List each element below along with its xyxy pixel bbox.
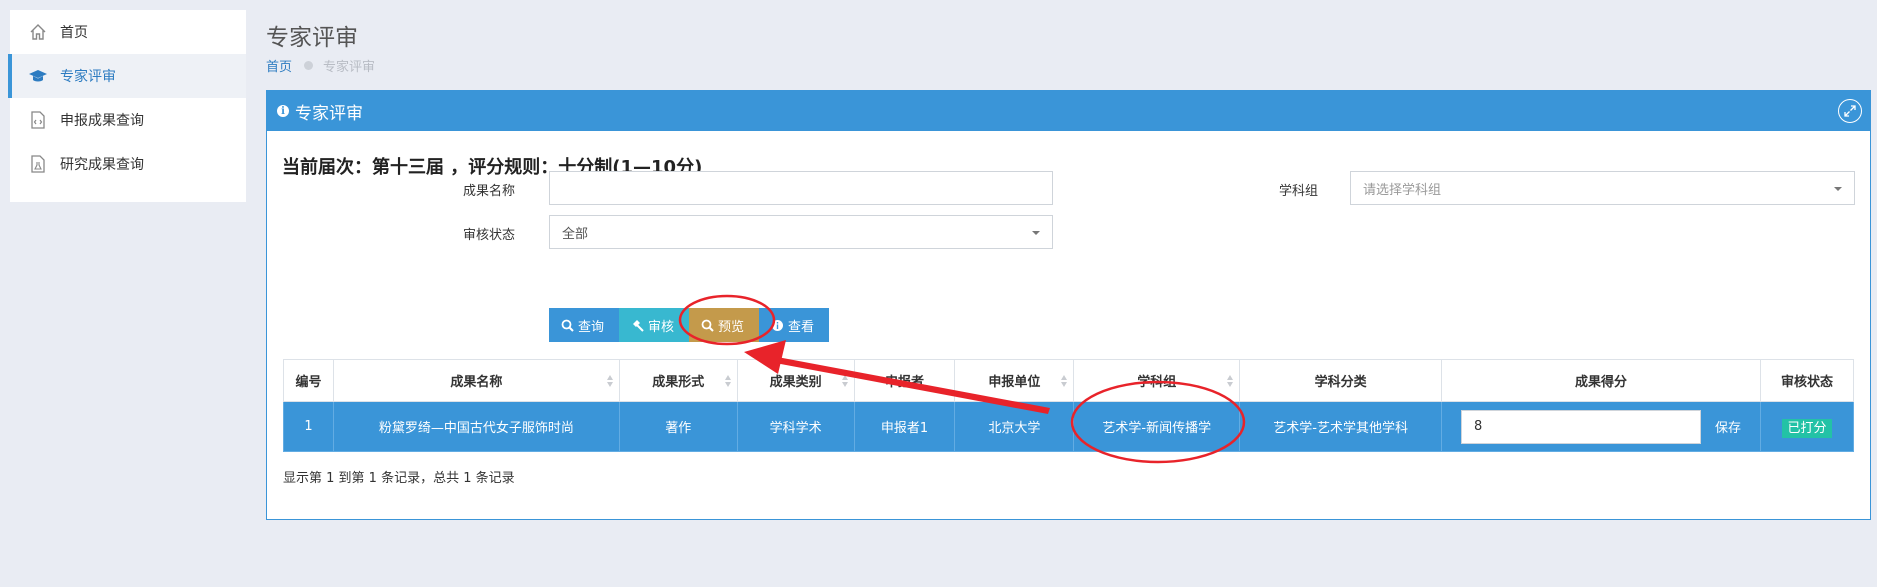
group-label: 学科组 (1279, 184, 1319, 199)
search-icon (561, 319, 574, 332)
column-header-status[interactable]: 审核状态 (1759, 359, 1855, 402)
cell-form: 著作 (618, 401, 738, 452)
column-header-label: 成果类别 (769, 375, 822, 390)
sort-icon (1227, 375, 1234, 387)
cell-status: 已打分 (1759, 401, 1855, 452)
info-icon: i (277, 105, 289, 117)
breadcrumb-separator-icon (304, 61, 314, 70)
name-label: 成果名称 (463, 184, 516, 199)
cell-category: 学科学术 (736, 401, 855, 452)
save-button[interactable]: 保存 (1715, 421, 1741, 436)
sidebar-item-label: 研究成果查询 (60, 157, 144, 173)
breadcrumb-current: 专家评审 (323, 60, 376, 75)
sidebar-item-label: 专家评审 (60, 69, 116, 85)
sort-icon (1061, 375, 1068, 387)
view-button[interactable]: 查看 (759, 308, 829, 342)
table-header-row: 编号 成果名称 成果形式 成果类别 申报者 申报单位 学科组 学科分类 成果得分… (283, 359, 1855, 402)
graduation-cap-icon (29, 70, 47, 82)
chevron-down-icon (1834, 187, 1842, 191)
column-header-unit[interactable]: 申报单位 (954, 359, 1075, 402)
group-select[interactable]: 请选择学科组 (1350, 171, 1855, 205)
column-header-name[interactable]: 成果名称 (332, 359, 620, 402)
column-header-group[interactable]: 学科组 (1073, 359, 1241, 402)
column-header-label: 学科组 (1137, 375, 1177, 390)
review-panel: i 专家评审 当前届次：第十三届 ，评分规则：十分制(1—10分) 成果名称 学… (266, 90, 1871, 520)
column-header-label: 成果形式 (652, 375, 705, 390)
sort-icon (606, 375, 613, 387)
column-header-score[interactable]: 成果得分 (1441, 359, 1761, 402)
sort-icon (841, 375, 848, 387)
sidebar-item-declared-results[interactable]: 申报成果查询 (10, 98, 246, 142)
sidebar-item-home[interactable]: 首页 (10, 10, 246, 54)
query-button-label: 查询 (578, 319, 605, 335)
sidebar-item-research-results[interactable]: 研究成果查询 (10, 142, 246, 186)
panel-header: i 专家评审 (267, 91, 1870, 131)
cell-id: 1 (283, 401, 334, 452)
column-header-category[interactable]: 成果类别 (736, 359, 855, 402)
table-row[interactable]: 1 粉黛罗绮—中国古代女子服饰时尚 著作 学科学术 申报者1 北京大学 艺术学-… (283, 401, 1855, 452)
results-table: 编号 成果名称 成果形式 成果类别 申报者 申报单位 学科组 学科分类 成果得分… (283, 359, 1855, 452)
view-button-label: 查看 (788, 319, 815, 335)
column-header-id[interactable]: 编号 (283, 359, 334, 402)
name-input[interactable] (549, 171, 1053, 205)
cell-group: 艺术学-新闻传播学 (1073, 401, 1241, 452)
column-header-classification[interactable]: 学科分类 (1239, 359, 1443, 402)
page-title: 专家评审 (266, 25, 358, 51)
column-header-form[interactable]: 成果形式 (618, 359, 738, 402)
review-button[interactable]: 审核 (619, 308, 689, 342)
query-button[interactable]: 查询 (549, 308, 619, 342)
column-header-label: 成果名称 (450, 375, 503, 390)
toolbar: 查询 审核 预览 查看 (549, 308, 829, 342)
cell-name: 粉黛罗绮—中国古代女子服饰时尚 (332, 401, 620, 452)
sidebar-item-label: 首页 (60, 25, 88, 41)
score-input-value: 8 (1474, 419, 1483, 434)
cell-score: 8 保存 (1441, 401, 1761, 452)
flask-file-icon (31, 155, 45, 173)
status-select[interactable]: 全部 (549, 215, 1053, 249)
sidebar-item-expert-review[interactable]: 专家评审 (8, 54, 246, 98)
status-label: 审核状态 (463, 228, 516, 243)
cell-unit: 北京大学 (954, 401, 1075, 452)
column-header-label: 申报单位 (988, 375, 1041, 390)
group-select-placeholder: 请选择学科组 (1363, 182, 1442, 198)
column-header-applicant[interactable]: 申报者 (853, 359, 956, 402)
cell-classification: 艺术学-艺术学其他学科 (1239, 401, 1443, 452)
sidebar: 首页 专家评审 申报成果查询 研究成果查询 (8, 10, 246, 202)
search-icon (701, 319, 714, 332)
breadcrumb-home-link[interactable]: 首页 (266, 56, 292, 75)
breadcrumb: 首页 专家评审 (266, 56, 375, 75)
chevron-down-icon (1032, 231, 1040, 235)
pagination-summary: 显示第 1 到第 1 条记录，总共 1 条记录 (283, 471, 515, 486)
sidebar-item-label: 申报成果查询 (60, 113, 144, 129)
info-circle-icon (772, 319, 783, 331)
review-button-label: 审核 (648, 319, 675, 335)
score-input[interactable]: 8 (1461, 409, 1702, 444)
cell-applicant: 申报者1 (853, 401, 956, 452)
preview-button-label: 预览 (718, 319, 745, 335)
home-icon (30, 24, 46, 40)
sort-icon (724, 375, 731, 387)
status-select-value: 全部 (562, 226, 589, 242)
status-badge: 已打分 (1782, 419, 1832, 438)
expand-icon[interactable] (1838, 99, 1862, 123)
gavel-icon (633, 319, 644, 332)
code-file-icon (31, 111, 45, 129)
preview-button[interactable]: 预览 (689, 308, 759, 342)
panel-title: 专家评审 (295, 103, 363, 124)
